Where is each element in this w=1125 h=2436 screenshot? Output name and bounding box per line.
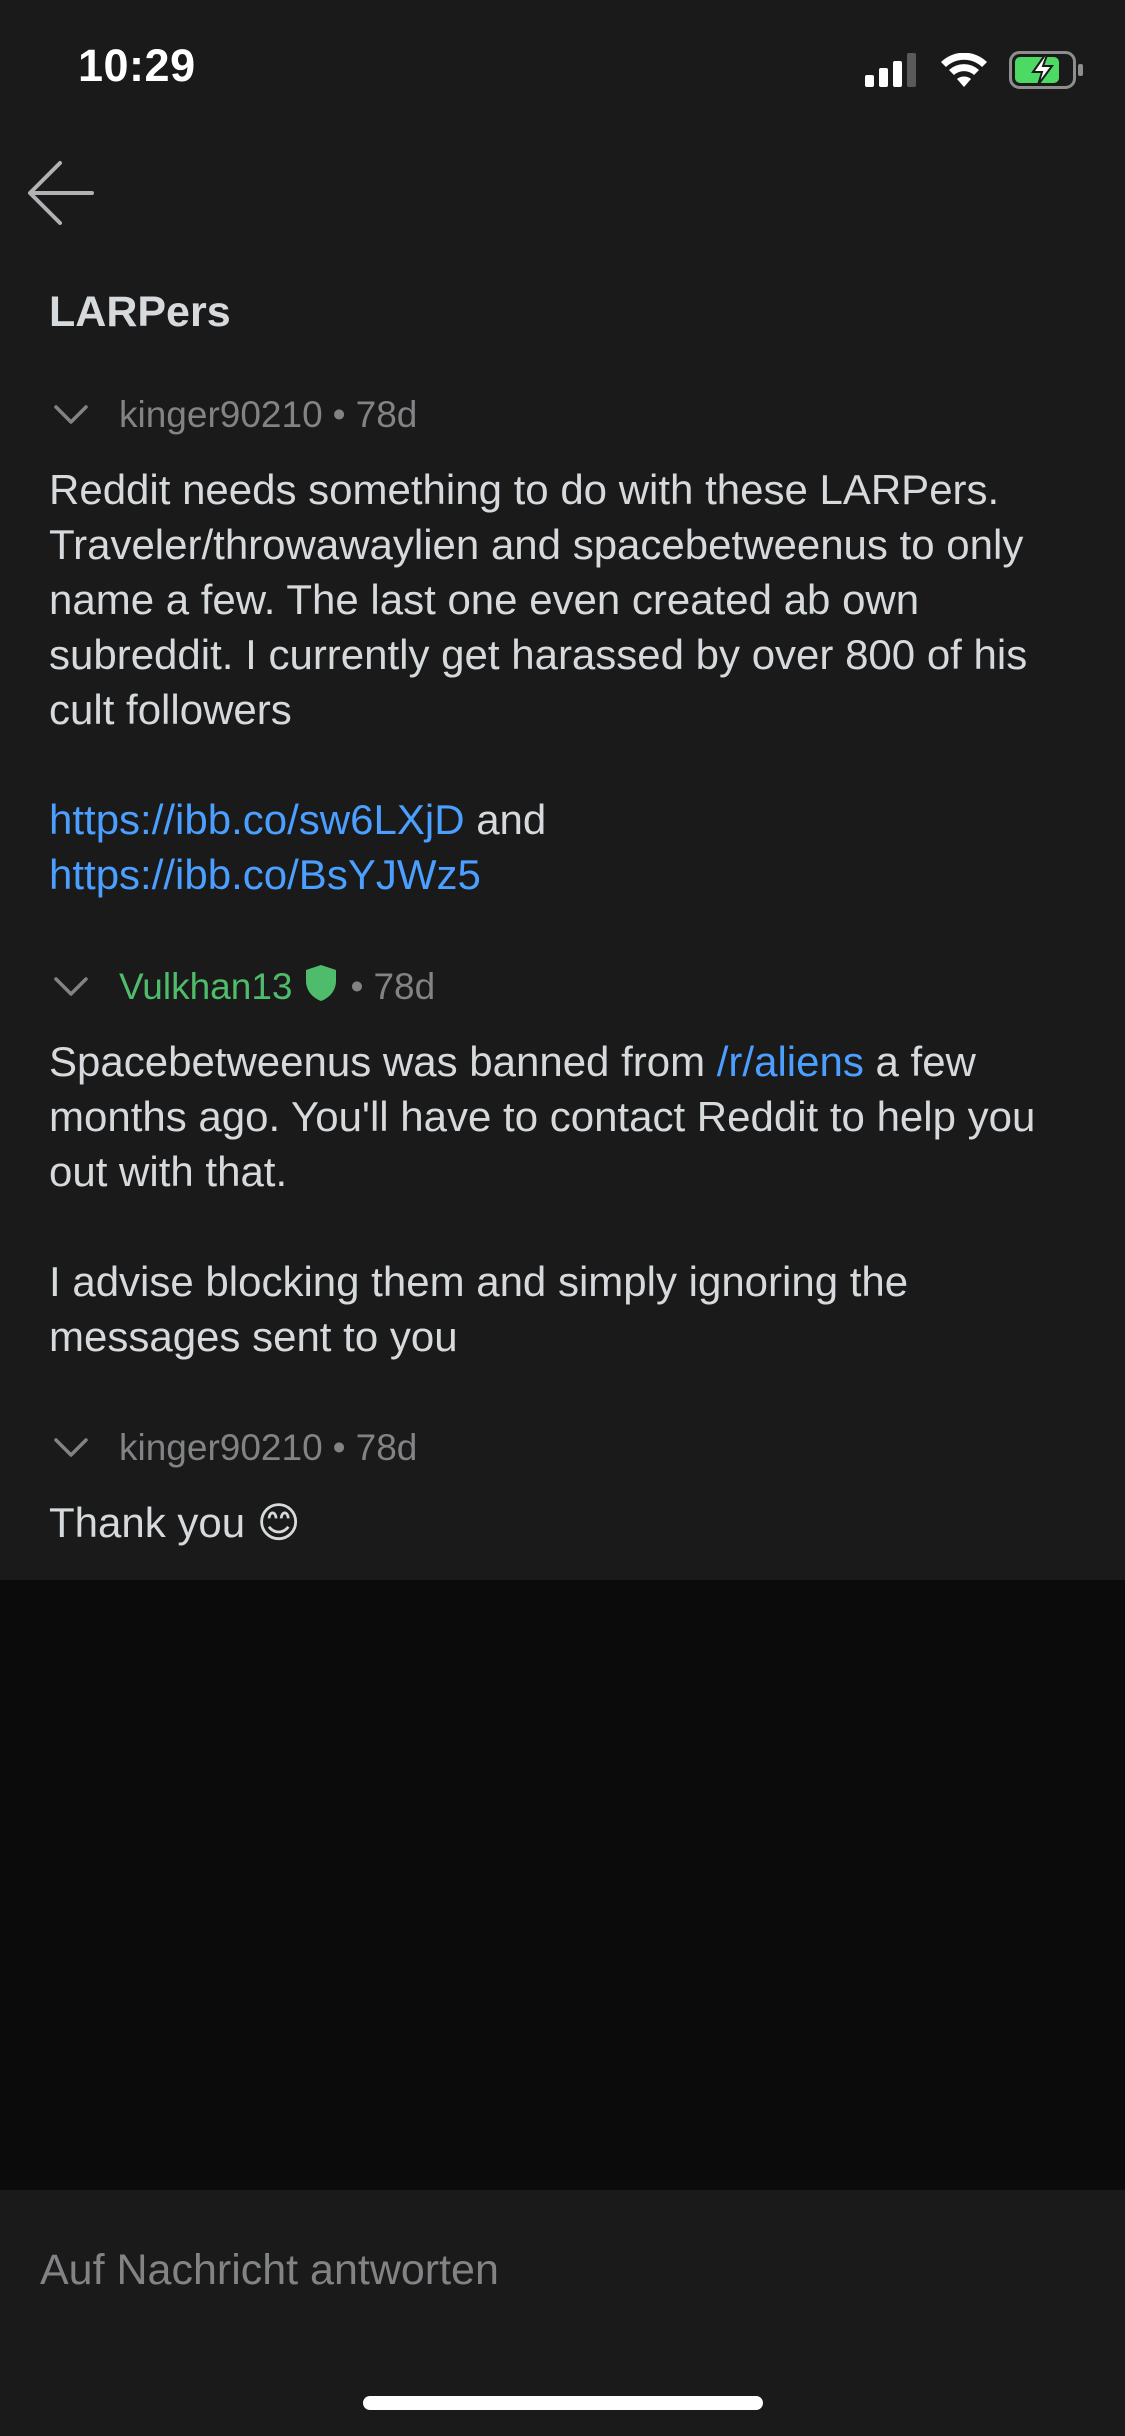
image-link[interactable]: https://ibb.co/sw6LXjD xyxy=(49,796,465,843)
meta-separator: • xyxy=(332,1427,346,1468)
home-indicator[interactable] xyxy=(363,2396,763,2410)
message-text: Thank you 😊 xyxy=(49,1499,301,1546)
message-age: 78d xyxy=(373,966,436,1007)
message-text: Reddit needs something to do with these … xyxy=(49,466,1039,733)
status-time: 10:29 xyxy=(78,40,196,91)
reply-input[interactable]: Auf Nachricht antworten xyxy=(40,2230,1080,2310)
status-icons xyxy=(865,46,1085,94)
shield-icon xyxy=(305,964,337,1011)
message-age: 78d xyxy=(355,394,418,435)
arrow-left-icon xyxy=(24,157,96,234)
message-body: Spacebetweenus was banned from /r/aliens… xyxy=(49,1034,1089,1364)
meta-separator: • xyxy=(350,966,364,1007)
author-username[interactable]: kinger90210 xyxy=(119,394,323,436)
message-header: Vulkhan13 • 78d xyxy=(49,960,1089,1014)
message-body: Thank you 😊 xyxy=(49,1495,1089,1550)
image-link[interactable]: https://ibb.co/BsYJWz5 xyxy=(49,851,481,898)
message: Vulkhan13 • 78d Spacebetweenus was banne… xyxy=(49,960,1089,1364)
subreddit-link[interactable]: /r/aliens xyxy=(717,1038,864,1085)
chevron-down-icon[interactable] xyxy=(51,1428,91,1468)
message-age: 78d xyxy=(355,1427,418,1468)
wifi-icon xyxy=(941,53,987,87)
chevron-down-icon[interactable] xyxy=(51,395,91,435)
message: kinger90210 • 78d Thank you 😊 xyxy=(49,1421,1089,1550)
message: kinger90210 • 78d Reddit needs something… xyxy=(49,388,1089,902)
author-username[interactable]: kinger90210 xyxy=(119,1427,323,1469)
thread-title: LARPers xyxy=(49,288,231,336)
cellular-signal-icon xyxy=(865,53,919,87)
message-text: and xyxy=(464,796,547,843)
message-text: Spacebetweenus was banned from xyxy=(49,1038,717,1085)
back-button[interactable] xyxy=(20,155,100,235)
message-header: kinger90210 • 78d xyxy=(49,1421,1089,1475)
battery-charging-icon xyxy=(1009,51,1085,89)
message-text: I advise blocking them and simply ignori… xyxy=(49,1258,920,1360)
chevron-down-icon[interactable] xyxy=(51,967,91,1007)
author-username[interactable]: Vulkhan13 xyxy=(119,966,293,1008)
meta-separator: • xyxy=(332,394,346,435)
message-body: Reddit needs something to do with these … xyxy=(49,462,1089,902)
message-header: kinger90210 • 78d xyxy=(49,388,1089,442)
